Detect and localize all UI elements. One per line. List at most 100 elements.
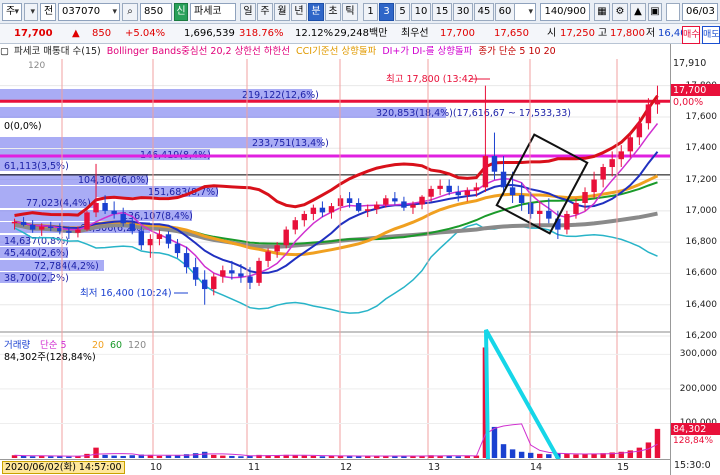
volume-tick-label: 200,000 — [679, 383, 717, 394]
interval-button-3[interactable]: 3 — [379, 3, 394, 21]
period-button-0[interactable]: 일 — [240, 3, 256, 21]
volume-bar — [192, 453, 199, 458]
toolbar-tool-1[interactable]: ▦ — [594, 3, 610, 21]
candle-body — [66, 231, 72, 233]
search-icon: ⌕ — [127, 6, 133, 17]
candle-body — [654, 101, 661, 105]
x-tick-label: 10 — [150, 462, 163, 473]
candle-body — [573, 203, 579, 214]
candle-body — [265, 251, 271, 261]
legend-item-4[interactable]: 종가 단순 5 10 20 — [478, 46, 555, 57]
legend-item-0[interactable]: 파세코 매통대 수(15) — [14, 46, 101, 57]
candle-body — [346, 198, 353, 203]
volume-bar — [102, 454, 108, 458]
stock-name: 파세코 — [190, 3, 236, 21]
volume-ma-label: 단순 5 — [40, 340, 67, 351]
candle-body — [29, 224, 36, 230]
sin-badge[interactable]: 신 — [174, 3, 188, 21]
calendar-checkbox[interactable] — [666, 3, 680, 21]
interval-button-45[interactable]: 45 — [474, 3, 494, 21]
candle-body — [491, 156, 498, 172]
stock-code-input[interactable]: 037070 — [58, 3, 120, 21]
x-tick-label: 15 — [617, 462, 630, 473]
candle-body — [410, 204, 416, 208]
volume-bar — [654, 428, 661, 458]
volume-bar — [591, 453, 597, 458]
candle-body — [355, 203, 362, 211]
interval-button-5[interactable]: 5 — [395, 3, 410, 21]
volume-bar — [29, 456, 36, 458]
interval-button-60[interactable]: 60 — [495, 3, 515, 21]
interval-button-15[interactable]: 15 — [432, 3, 452, 21]
candle-body — [301, 213, 308, 221]
period-button-1[interactable]: 주 — [257, 3, 273, 21]
chart-legend: ▢ 파세코 매통대 수(15) Bollinger Bands중심선 20,2 상… — [0, 45, 668, 59]
high2-label: 고 — [598, 28, 608, 39]
search-button[interactable]: ⌕ — [122, 3, 138, 21]
candle-body — [374, 204, 380, 210]
volume-title: 거래량 — [4, 339, 30, 351]
prev-label[interactable]: 전 — [40, 3, 56, 21]
volume-bar — [573, 454, 579, 458]
candle-body — [238, 273, 244, 277]
volume-ma-period: 20 — [92, 340, 104, 351]
candle-body — [527, 203, 534, 214]
quote-bar: 17,700 ▲ 850 +5.04% 1,696,539 318.76% 12… — [0, 24, 720, 44]
x-tick-label: 12 — [340, 462, 353, 473]
toolbar-tool-2[interactable]: ⚙ — [612, 3, 628, 21]
current-price: 17,700 — [14, 28, 53, 39]
best-label: 최우선 — [401, 28, 429, 39]
toolbar-tool-3[interactable]: ▲ — [630, 3, 646, 21]
volume-bar — [455, 456, 461, 458]
date-input[interactable]: 06/03 — [682, 3, 718, 21]
pin-icon: ▲ — [634, 6, 642, 17]
high2-price: 17,800 — [610, 28, 645, 39]
legend-item-1[interactable]: Bollinger Bands중심선 20,2 상한선 하한선 — [107, 46, 290, 57]
top-price-tag: 17,910 — [671, 57, 720, 70]
volume-ma-period: 60 — [110, 340, 122, 351]
interval-button-30[interactable]: 30 — [453, 3, 473, 21]
candle-body — [147, 238, 154, 246]
grid-icon: ▦ — [597, 6, 607, 17]
volume-ratio: 318.76% — [239, 28, 284, 39]
best-price: 17,700 — [440, 28, 475, 39]
buy-button[interactable]: 매수 — [682, 26, 700, 44]
high-marker-label: 최고 17,800 (13:42) — [386, 74, 478, 85]
high-price: 17,250 — [560, 28, 595, 39]
candle-body — [419, 196, 425, 205]
volume-bar — [156, 455, 163, 458]
count-input[interactable]: 140/900 — [540, 3, 590, 21]
period-button-4[interactable]: 분 — [308, 3, 324, 21]
candle-body — [156, 234, 163, 239]
open-price: 17,650 — [494, 28, 529, 39]
market-dropdown[interactable] — [24, 3, 38, 21]
market-selector[interactable]: 주 — [2, 3, 22, 21]
volume-bar — [211, 454, 217, 458]
period-button-5[interactable]: 초 — [325, 3, 341, 21]
candle-body — [192, 267, 199, 280]
candle-body — [618, 151, 624, 160]
period-button-2[interactable]: 월 — [274, 3, 290, 21]
candle-body — [165, 234, 172, 244]
volume-bar — [319, 456, 326, 458]
legend-item-2[interactable]: CCI기준선 상향돌파 — [296, 46, 376, 57]
candle-body — [518, 195, 525, 203]
quantity-input[interactable]: 850 — [140, 3, 172, 21]
change-value: 850 — [92, 28, 112, 39]
candle-body — [120, 213, 126, 224]
price-chart[interactable]: 219,122(12,6%) 320,853(18,4%)(17,616,67 ~… — [0, 44, 720, 475]
candle-body — [183, 253, 190, 268]
toolbar-tool-4[interactable]: ▣ — [648, 3, 662, 21]
period-button-3[interactable]: 년 — [291, 3, 307, 21]
legend-item-3[interactable]: DI+가 DI-를 상향돌파 — [382, 46, 472, 57]
period-button-6[interactable]: 틱 — [342, 3, 358, 21]
price-tick-label: 17,000 — [685, 205, 718, 216]
sell-button[interactable]: 매도 — [702, 26, 720, 44]
volume-bar — [220, 455, 226, 458]
interval-button-10[interactable]: 10 — [411, 3, 431, 21]
volume-profile-label: 45,440(2,6%) — [4, 248, 69, 259]
interval-button-1[interactable]: 1 — [363, 3, 378, 21]
candle-body — [591, 179, 597, 193]
candle-body — [582, 192, 588, 203]
candle-body — [11, 221, 18, 224]
